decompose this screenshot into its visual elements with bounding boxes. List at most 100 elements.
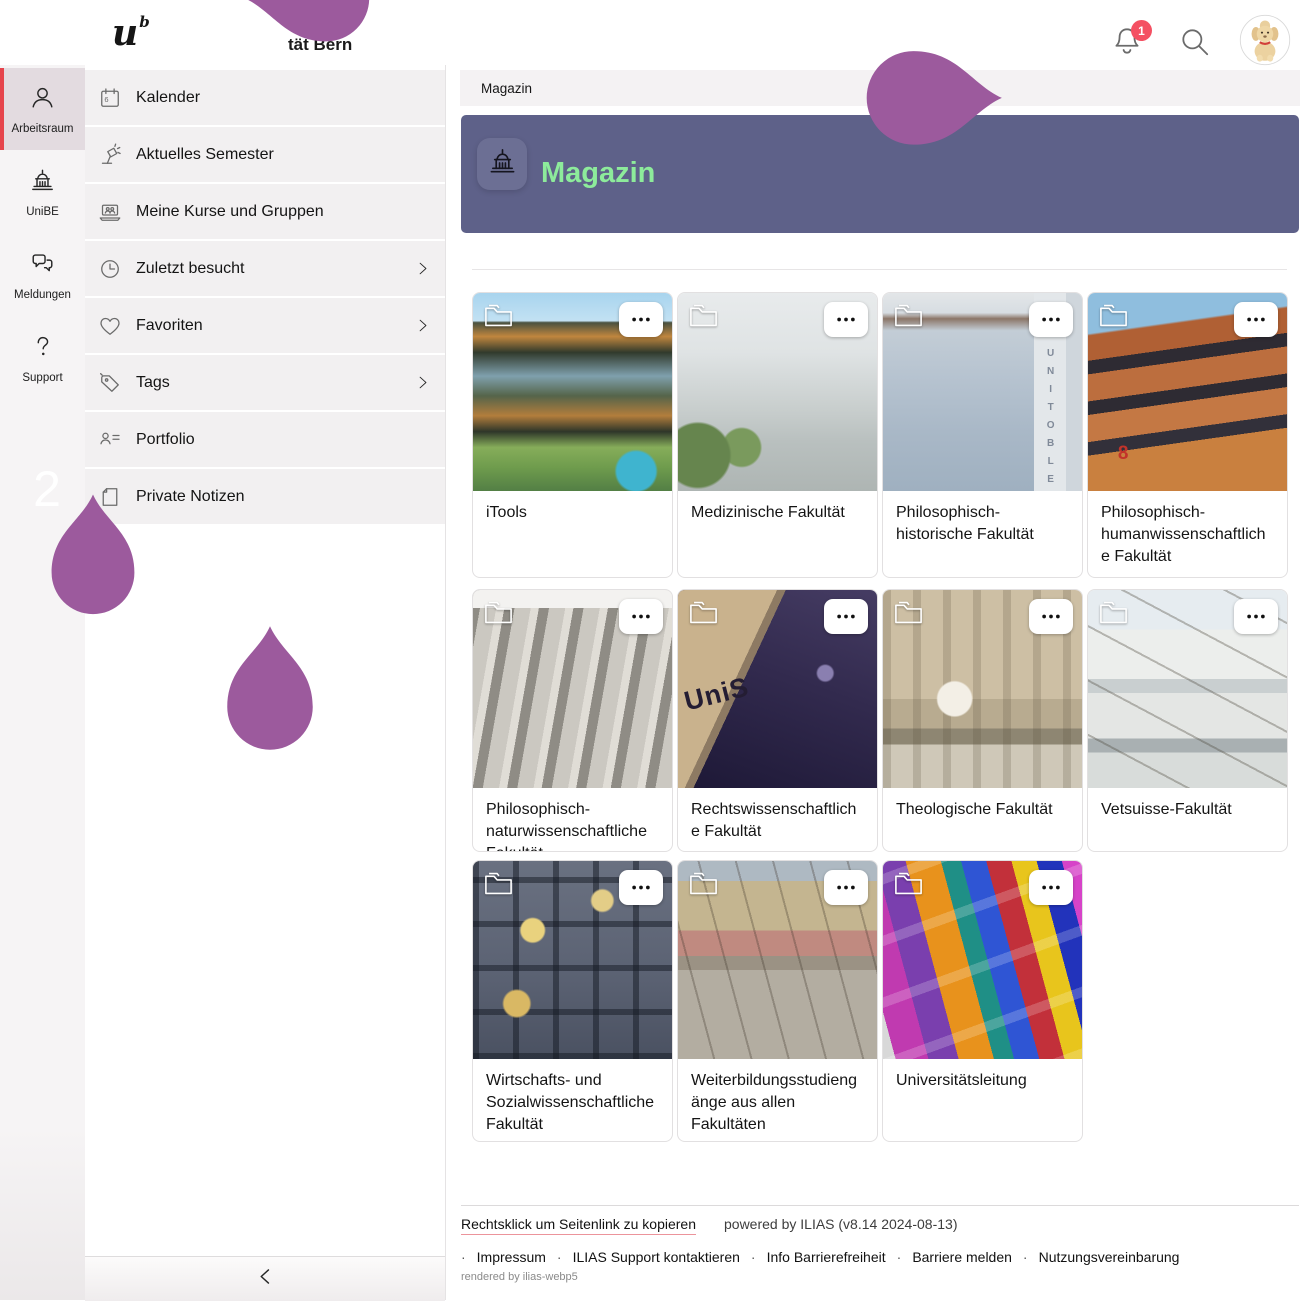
search-icon (1178, 47, 1212, 62)
footer-row-1: Rechtsklick um Seitenlink zu kopieren po… (461, 1216, 957, 1235)
rail-item-meldungen[interactable]: Meldungen (0, 235, 85, 316)
repo-card-theologische[interactable]: Theologische Fakultät (882, 589, 1083, 852)
bell-icon (1110, 46, 1144, 61)
repo-card-weiterbildung[interactable]: Weiterbildungsstudiengänge aus allen Fak… (677, 860, 878, 1142)
footer-link-impressum[interactable]: Impressum (477, 1249, 546, 1265)
calendar-icon (98, 86, 122, 110)
permalink-link[interactable]: Rechtsklick um Seitenlink zu kopieren (461, 1216, 696, 1235)
rail-item-support[interactable]: Support (0, 318, 85, 399)
sidebar-collapse-button[interactable] (85, 1256, 445, 1301)
powered-by-text: powered by ILIAS (v8.14 2024-08-13) (724, 1216, 957, 1232)
repo-card-wirtschafts[interactable]: Wirtschafts- und Sozialwissenschaftliche… (472, 860, 673, 1142)
folder-icon (688, 599, 719, 626)
desk-lamp-icon (98, 143, 122, 167)
card-title: Theologische Fakultät (883, 788, 1082, 832)
chevron-right-icon (414, 317, 431, 334)
folder-icon (688, 302, 719, 329)
actions-menu-button[interactable] (824, 302, 868, 337)
folder-icon (893, 599, 924, 626)
sidebar-item-zuletzt-besucht[interactable]: Zuletzt besucht (85, 241, 445, 296)
folder-icon (483, 599, 514, 626)
sidebar-item-favoriten[interactable]: Favoriten (85, 298, 445, 353)
card-title: Rechtswissenschaftliche Fakultät (678, 788, 877, 852)
footer-link-nutzungsvereinbarung[interactable]: Nutzungsvereinbarung (1039, 1249, 1180, 1265)
sidebar-item-meine-kurse[interactable]: Meine Kurse und Gruppen (85, 184, 445, 239)
actions-menu-button[interactable] (1029, 302, 1073, 337)
ellipsis-icon (630, 609, 652, 624)
card-image (1088, 590, 1287, 788)
repo-card-phil-historische[interactable]: UNITOBLER Philosophisch-historische Faku… (882, 292, 1083, 578)
actions-menu-button[interactable] (1029, 599, 1073, 634)
sidebar-item-kalender[interactable]: Kalender (85, 70, 445, 125)
repo-card-phil-naturwis[interactable]: Philosophisch-naturwissenschaftliche Fak… (472, 589, 673, 852)
sidebar-item-private-notizen[interactable]: Private Notizen (85, 469, 445, 524)
separator: · (897, 1249, 902, 1265)
folder-icon (483, 302, 514, 329)
unibe-logo[interactable]: ub (112, 12, 150, 54)
question-mark-icon (29, 333, 56, 365)
search-button[interactable] (1176, 24, 1214, 62)
ellipsis-icon (1245, 312, 1267, 327)
card-title: Medizinische Fakultät (678, 491, 877, 535)
card-image (473, 861, 672, 1059)
footer-link-barriere-melden[interactable]: Barriere melden (912, 1249, 1012, 1265)
card-image (678, 861, 877, 1059)
sidebar-item-tags[interactable]: Tags (85, 355, 445, 410)
ellipsis-icon (1245, 609, 1267, 624)
chevron-left-icon (255, 1266, 276, 1292)
actions-menu-button[interactable] (1029, 870, 1073, 905)
top-header: ub tät Bern 1 (0, 0, 1300, 65)
actions-menu-button[interactable] (1234, 599, 1278, 634)
card-image (883, 590, 1082, 788)
footer-link-support[interactable]: ILIAS Support kontaktieren (573, 1249, 740, 1265)
workspace-person-icon (29, 84, 56, 116)
courses-groups-icon (98, 200, 122, 224)
repo-card-itools[interactable]: iTools (472, 292, 673, 578)
logo-b-sup: b (139, 13, 150, 31)
rail-item-unibe[interactable]: UniBE (0, 152, 85, 233)
repository-chip (477, 138, 527, 190)
card-row-2: Philosophisch-naturwissenschaftliche Fak… (472, 589, 1288, 852)
building-lettering: UniS (681, 672, 752, 718)
actions-menu-button[interactable] (619, 599, 663, 634)
actions-menu-button[interactable] (1234, 302, 1278, 337)
sidebar-item-aktuelles-semester[interactable]: Aktuelles Semester (85, 127, 445, 182)
user-avatar[interactable] (1239, 14, 1291, 66)
card-image: UNITOBLER (883, 293, 1082, 491)
repo-card-universitaetsleitung[interactable]: Universitätsleitung (882, 860, 1083, 1142)
icon-rail: Arbeitsraum UniBE Meldungen Support (0, 65, 85, 1300)
institution-title: tät Bern (288, 35, 352, 55)
footer-link-barrierefreiheit[interactable]: Info Barrierefreiheit (767, 1249, 886, 1265)
ellipsis-icon (1040, 880, 1062, 895)
portfolio-icon (98, 428, 122, 452)
repo-card-phil-human[interactable]: 8 Philosophisch-humanwissenschaftliche F… (1087, 292, 1288, 578)
card-image: 8 (1088, 293, 1287, 491)
repo-card-medizinische[interactable]: Medizinische Fakultät (677, 292, 878, 578)
folder-icon (893, 302, 924, 329)
repo-card-vetsuisse[interactable]: Vetsuisse-Fakultät (1087, 589, 1288, 852)
breadcrumb-bar: Magazin (460, 70, 1300, 106)
content-divider (472, 269, 1287, 270)
folder-icon (688, 870, 719, 897)
rail-item-arbeitsraum[interactable]: Arbeitsraum (0, 68, 85, 150)
card-title: Philosophisch-naturwissenschaftliche Fak… (473, 788, 672, 852)
card-title: Philosophisch-humanwissenschaftliche Fak… (1088, 491, 1287, 578)
logo-u: u (112, 12, 138, 54)
notification-badge: 1 (1131, 20, 1152, 41)
separator: · (1023, 1249, 1028, 1265)
repo-card-rechtswissenschaftliche[interactable]: UniS Rechtswissenschaftliche Fakultät (677, 589, 878, 852)
chevron-right-icon (414, 374, 431, 391)
actions-menu-button[interactable] (824, 599, 868, 634)
sidebar-item-portfolio[interactable]: Portfolio (85, 412, 445, 467)
ellipsis-icon (835, 312, 857, 327)
actions-menu-button[interactable] (619, 870, 663, 905)
card-title: iTools (473, 491, 672, 535)
ellipsis-icon (1040, 609, 1062, 624)
poodle-avatar-image (1239, 14, 1291, 66)
folder-icon (1098, 599, 1129, 626)
note-icon (98, 485, 122, 509)
university-building-icon (29, 167, 56, 199)
actions-menu-button[interactable] (619, 302, 663, 337)
actions-menu-button[interactable] (824, 870, 868, 905)
tag-icon (98, 371, 122, 395)
